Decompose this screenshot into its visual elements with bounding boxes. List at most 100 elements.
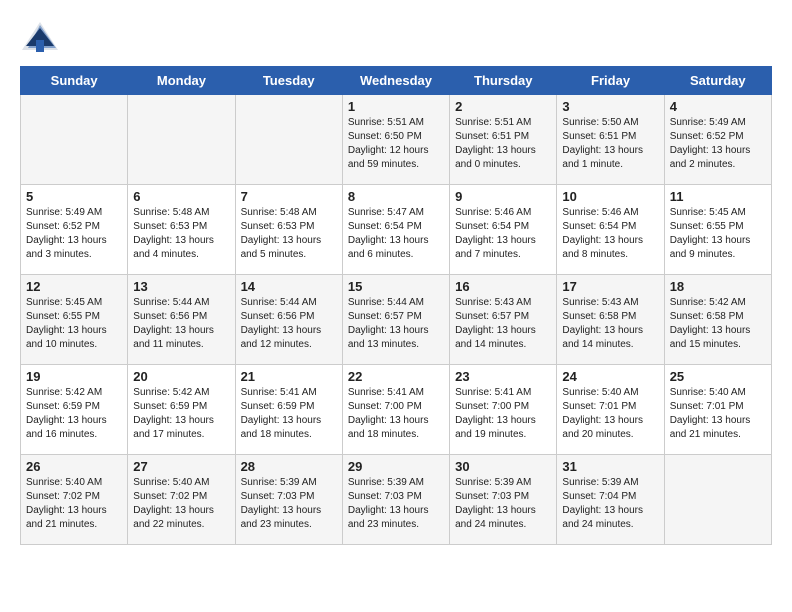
- calendar-cell: 24 Sunrise: 5:40 AM Sunset: 7:01 PM Dayl…: [557, 365, 664, 455]
- calendar-cell: 4 Sunrise: 5:49 AM Sunset: 6:52 PM Dayli…: [664, 95, 771, 185]
- daylight: Daylight: 13 hours and 13 minutes.: [348, 325, 429, 350]
- calendar-cell: 12 Sunrise: 5:45 AM Sunset: 6:55 PM Dayl…: [21, 275, 128, 365]
- sunset: Sunset: 7:01 PM: [670, 401, 744, 412]
- daylight: Daylight: 13 hours and 24 minutes.: [455, 505, 536, 530]
- day-info: Sunrise: 5:41 AM Sunset: 7:00 PM Dayligh…: [455, 386, 551, 442]
- day-info: Sunrise: 5:51 AM Sunset: 6:50 PM Dayligh…: [348, 116, 444, 172]
- calendar-cell: 11 Sunrise: 5:45 AM Sunset: 6:55 PM Dayl…: [664, 185, 771, 275]
- sunrise: Sunrise: 5:46 AM: [455, 207, 531, 218]
- calendar-cell: 18 Sunrise: 5:42 AM Sunset: 6:58 PM Dayl…: [664, 275, 771, 365]
- sunrise: Sunrise: 5:39 AM: [562, 477, 638, 488]
- sunset: Sunset: 6:59 PM: [241, 401, 315, 412]
- day-info: Sunrise: 5:49 AM Sunset: 6:52 PM Dayligh…: [670, 116, 766, 172]
- day-number: 26: [26, 459, 122, 474]
- day-number: 11: [670, 189, 766, 204]
- header-day: Wednesday: [342, 67, 449, 95]
- calendar-cell: 6 Sunrise: 5:48 AM Sunset: 6:53 PM Dayli…: [128, 185, 235, 275]
- day-number: 21: [241, 369, 337, 384]
- header-day: Monday: [128, 67, 235, 95]
- sunrise: Sunrise: 5:51 AM: [348, 117, 424, 128]
- sunset: Sunset: 6:59 PM: [26, 401, 100, 412]
- day-info: Sunrise: 5:45 AM Sunset: 6:55 PM Dayligh…: [26, 296, 122, 352]
- sunrise: Sunrise: 5:45 AM: [26, 297, 102, 308]
- daylight: Daylight: 13 hours and 4 minutes.: [133, 235, 214, 260]
- logo-icon: [20, 20, 56, 56]
- calendar-cell: 8 Sunrise: 5:47 AM Sunset: 6:54 PM Dayli…: [342, 185, 449, 275]
- sunset: Sunset: 7:00 PM: [455, 401, 529, 412]
- calendar-table: SundayMondayTuesdayWednesdayThursdayFrid…: [20, 66, 772, 545]
- calendar-cell: 22 Sunrise: 5:41 AM Sunset: 7:00 PM Dayl…: [342, 365, 449, 455]
- daylight: Daylight: 12 hours and 59 minutes.: [348, 145, 429, 170]
- daylight: Daylight: 13 hours and 22 minutes.: [133, 505, 214, 530]
- day-info: Sunrise: 5:43 AM Sunset: 6:57 PM Dayligh…: [455, 296, 551, 352]
- sunrise: Sunrise: 5:42 AM: [670, 297, 746, 308]
- day-number: 16: [455, 279, 551, 294]
- page-header: [20, 20, 772, 56]
- sunrise: Sunrise: 5:49 AM: [670, 117, 746, 128]
- sunset: Sunset: 7:03 PM: [241, 491, 315, 502]
- sunrise: Sunrise: 5:42 AM: [26, 387, 102, 398]
- daylight: Daylight: 13 hours and 23 minutes.: [348, 505, 429, 530]
- day-info: Sunrise: 5:40 AM Sunset: 7:01 PM Dayligh…: [562, 386, 658, 442]
- daylight: Daylight: 13 hours and 19 minutes.: [455, 415, 536, 440]
- daylight: Daylight: 13 hours and 7 minutes.: [455, 235, 536, 260]
- logo: [20, 20, 60, 56]
- sunrise: Sunrise: 5:44 AM: [348, 297, 424, 308]
- day-number: 13: [133, 279, 229, 294]
- calendar-cell: 28 Sunrise: 5:39 AM Sunset: 7:03 PM Dayl…: [235, 455, 342, 545]
- sunrise: Sunrise: 5:39 AM: [455, 477, 531, 488]
- sunrise: Sunrise: 5:39 AM: [348, 477, 424, 488]
- calendar-cell: 27 Sunrise: 5:40 AM Sunset: 7:02 PM Dayl…: [128, 455, 235, 545]
- sunset: Sunset: 6:52 PM: [670, 131, 744, 142]
- calendar-cell: [664, 455, 771, 545]
- day-number: 2: [455, 99, 551, 114]
- sunrise: Sunrise: 5:44 AM: [133, 297, 209, 308]
- day-number: 12: [26, 279, 122, 294]
- sunset: Sunset: 7:00 PM: [348, 401, 422, 412]
- sunset: Sunset: 6:56 PM: [241, 311, 315, 322]
- calendar-cell: 15 Sunrise: 5:44 AM Sunset: 6:57 PM Dayl…: [342, 275, 449, 365]
- daylight: Daylight: 13 hours and 0 minutes.: [455, 145, 536, 170]
- sunrise: Sunrise: 5:48 AM: [241, 207, 317, 218]
- sunset: Sunset: 6:54 PM: [562, 221, 636, 232]
- calendar-cell: 2 Sunrise: 5:51 AM Sunset: 6:51 PM Dayli…: [450, 95, 557, 185]
- day-number: 19: [26, 369, 122, 384]
- day-info: Sunrise: 5:49 AM Sunset: 6:52 PM Dayligh…: [26, 206, 122, 262]
- daylight: Daylight: 13 hours and 6 minutes.: [348, 235, 429, 260]
- sunset: Sunset: 7:02 PM: [133, 491, 207, 502]
- calendar-cell: 5 Sunrise: 5:49 AM Sunset: 6:52 PM Dayli…: [21, 185, 128, 275]
- daylight: Daylight: 13 hours and 17 minutes.: [133, 415, 214, 440]
- day-info: Sunrise: 5:43 AM Sunset: 6:58 PM Dayligh…: [562, 296, 658, 352]
- sunrise: Sunrise: 5:40 AM: [26, 477, 102, 488]
- daylight: Daylight: 13 hours and 12 minutes.: [241, 325, 322, 350]
- day-info: Sunrise: 5:51 AM Sunset: 6:51 PM Dayligh…: [455, 116, 551, 172]
- day-number: 14: [241, 279, 337, 294]
- day-number: 31: [562, 459, 658, 474]
- calendar-cell: 25 Sunrise: 5:40 AM Sunset: 7:01 PM Dayl…: [664, 365, 771, 455]
- sunrise: Sunrise: 5:41 AM: [348, 387, 424, 398]
- daylight: Daylight: 13 hours and 20 minutes.: [562, 415, 643, 440]
- day-number: 10: [562, 189, 658, 204]
- day-info: Sunrise: 5:40 AM Sunset: 7:01 PM Dayligh…: [670, 386, 766, 442]
- day-number: 9: [455, 189, 551, 204]
- day-info: Sunrise: 5:48 AM Sunset: 6:53 PM Dayligh…: [133, 206, 229, 262]
- calendar-cell: 20 Sunrise: 5:42 AM Sunset: 6:59 PM Dayl…: [128, 365, 235, 455]
- day-info: Sunrise: 5:42 AM Sunset: 6:59 PM Dayligh…: [133, 386, 229, 442]
- sunset: Sunset: 6:55 PM: [26, 311, 100, 322]
- calendar-cell: 17 Sunrise: 5:43 AM Sunset: 6:58 PM Dayl…: [557, 275, 664, 365]
- calendar-cell: 31 Sunrise: 5:39 AM Sunset: 7:04 PM Dayl…: [557, 455, 664, 545]
- day-number: 15: [348, 279, 444, 294]
- day-info: Sunrise: 5:47 AM Sunset: 6:54 PM Dayligh…: [348, 206, 444, 262]
- header-day: Thursday: [450, 67, 557, 95]
- sunset: Sunset: 6:58 PM: [562, 311, 636, 322]
- daylight: Daylight: 13 hours and 14 minutes.: [562, 325, 643, 350]
- sunrise: Sunrise: 5:45 AM: [670, 207, 746, 218]
- day-info: Sunrise: 5:41 AM Sunset: 6:59 PM Dayligh…: [241, 386, 337, 442]
- sunset: Sunset: 6:54 PM: [455, 221, 529, 232]
- daylight: Daylight: 13 hours and 24 minutes.: [562, 505, 643, 530]
- calendar-cell: 30 Sunrise: 5:39 AM Sunset: 7:03 PM Dayl…: [450, 455, 557, 545]
- daylight: Daylight: 13 hours and 3 minutes.: [26, 235, 107, 260]
- calendar-body: 1 Sunrise: 5:51 AM Sunset: 6:50 PM Dayli…: [21, 95, 772, 545]
- calendar-cell: 3 Sunrise: 5:50 AM Sunset: 6:51 PM Dayli…: [557, 95, 664, 185]
- sunrise: Sunrise: 5:43 AM: [455, 297, 531, 308]
